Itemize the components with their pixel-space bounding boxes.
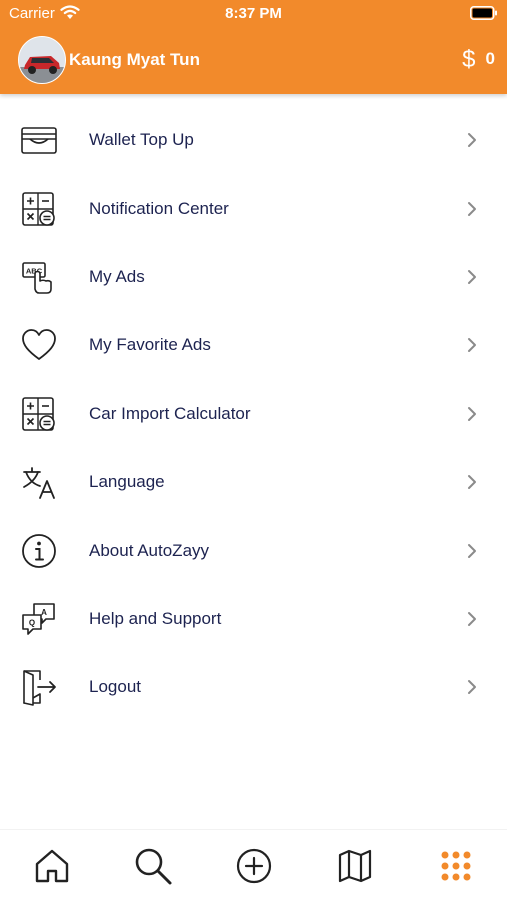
home-icon[interactable] <box>32 846 72 886</box>
menu-item-label: Language <box>89 472 165 492</box>
chevron-right-icon <box>468 543 476 558</box>
info-icon <box>22 533 56 568</box>
car-photo <box>19 37 65 83</box>
menu-item-notification-center[interactable]: Notification Center <box>0 174 507 242</box>
menu-item-car-import-calculator[interactable]: Car Import Calculator <box>0 380 507 448</box>
qa-chat-icon: A Q <box>22 603 55 635</box>
menu-item-help-support[interactable]: A Q Help and Support <box>0 585 507 653</box>
menu-item-label: Logout <box>89 677 141 697</box>
translate-icon <box>23 467 55 500</box>
menu-item-my-ads[interactable]: ABC My Ads <box>0 243 507 311</box>
chevron-right-icon <box>468 133 476 148</box>
map-icon[interactable] <box>335 846 375 886</box>
menu-item-about[interactable]: About AutoZayy <box>0 516 507 584</box>
chevron-right-icon <box>468 269 476 284</box>
grid-menu-icon[interactable] <box>436 846 476 886</box>
chevron-right-icon <box>468 680 476 695</box>
svg-text:A: A <box>41 608 47 617</box>
ads-touch-icon: ABC <box>22 262 52 294</box>
menu-item-my-favorite-ads[interactable]: My Favorite Ads <box>0 311 507 379</box>
menu-item-label: Wallet Top Up <box>89 130 194 150</box>
user-name: Kaung Myat Tun <box>69 50 200 69</box>
menu-item-label: My Favorite Ads <box>89 335 211 355</box>
chevron-right-icon <box>468 201 476 216</box>
avatar[interactable] <box>18 36 66 84</box>
status-bar: Carrier 8:37 PM <box>0 0 507 28</box>
chevron-right-icon <box>468 475 476 490</box>
menu-item-label: About AutoZayy <box>89 540 210 560</box>
search-icon[interactable] <box>133 846 173 886</box>
menu-item-label: My Ads <box>89 266 145 286</box>
menu-item-label: Help and Support <box>89 608 222 628</box>
profile-row: Kaung Myat Tun $0 <box>0 34 507 86</box>
settings-menu: Wallet Top Up Notification Center ABC My… <box>0 106 507 722</box>
add-circle-icon[interactable] <box>234 846 274 886</box>
menu-item-wallet-top-up[interactable]: Wallet Top Up <box>0 106 507 174</box>
menu-item-logout[interactable]: Logout <box>0 653 507 721</box>
calculator-icon <box>22 191 55 226</box>
dollar-icon: $ <box>462 46 476 73</box>
balance-value: 0 <box>485 49 495 68</box>
menu-item-language[interactable]: Language <box>0 448 507 516</box>
app-header: Carrier 8:37 PM Kaung Myat Tun $0 <box>0 0 507 94</box>
logout-icon <box>23 670 56 707</box>
wallet-icon <box>21 127 57 154</box>
calculator-icon <box>22 396 55 431</box>
battery-icon <box>470 6 497 20</box>
heart-icon <box>22 329 56 361</box>
wallet-balance[interactable]: $0 <box>462 46 495 74</box>
svg-text:Q: Q <box>29 618 35 627</box>
menu-item-label: Notification Center <box>89 198 229 218</box>
chevron-right-icon <box>468 406 476 421</box>
bottom-tab-bar <box>0 829 507 901</box>
status-time: 8:37 PM <box>225 5 282 22</box>
menu-item-label: Car Import Calculator <box>89 403 251 423</box>
chevron-right-icon <box>468 338 476 353</box>
chevron-right-icon <box>468 611 476 626</box>
